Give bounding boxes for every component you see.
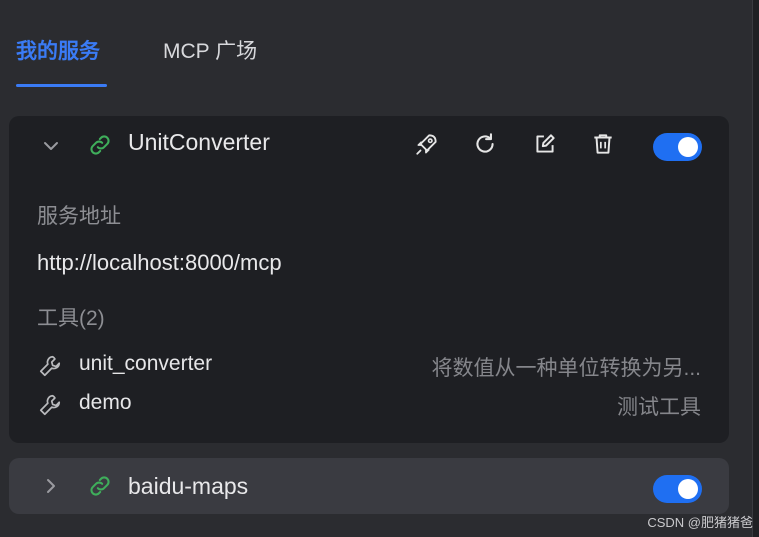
wrench-icon: [37, 353, 63, 379]
service-name: baidu-maps: [128, 473, 249, 499]
link-icon: [87, 132, 113, 158]
service-card-baidu-maps[interactable]: baidu-maps: [9, 458, 729, 514]
address-label: 服务地址: [37, 205, 121, 228]
service-enable-toggle[interactable]: [653, 475, 702, 503]
link-icon: [87, 473, 113, 499]
refresh-icon[interactable]: [472, 131, 498, 157]
tab-mcp-square[interactable]: MCP 广场: [163, 35, 257, 65]
tab-my-services[interactable]: 我的服务: [16, 35, 100, 65]
tools-label: 工具(2): [37, 307, 105, 330]
toggle-knob: [678, 137, 698, 157]
chevron-right-icon[interactable]: [39, 474, 63, 498]
service-card-unitconverter: UnitConverter 服务地址 http://localhost:8000…: [9, 116, 729, 443]
tool-description: 将数值从一种单位转换为另...: [431, 357, 701, 380]
trash-icon[interactable]: [590, 131, 616, 157]
tool-name: unit_converter: [79, 352, 213, 375]
tool-name: demo: [79, 391, 132, 414]
service-address: http://localhost:8000/mcp: [37, 250, 282, 275]
tool-description: 测试工具: [617, 396, 701, 419]
tool-row[interactable]: unit_converter 将数值从一种单位转换为另...: [9, 349, 729, 381]
rocket-icon[interactable]: [414, 131, 440, 157]
edit-icon[interactable]: [532, 131, 558, 157]
active-tab-indicator: [16, 84, 107, 87]
watermark: CSDN @肥猪猪爸: [647, 515, 753, 530]
chevron-down-icon[interactable]: [39, 134, 63, 158]
toggle-knob: [678, 479, 698, 499]
window-edge: [752, 0, 759, 537]
tool-row[interactable]: demo 测试工具: [9, 388, 729, 420]
service-enable-toggle[interactable]: [653, 133, 702, 161]
service-name: UnitConverter: [128, 129, 270, 155]
wrench-icon: [37, 392, 63, 418]
service-card-header[interactable]: UnitConverter: [9, 116, 729, 174]
